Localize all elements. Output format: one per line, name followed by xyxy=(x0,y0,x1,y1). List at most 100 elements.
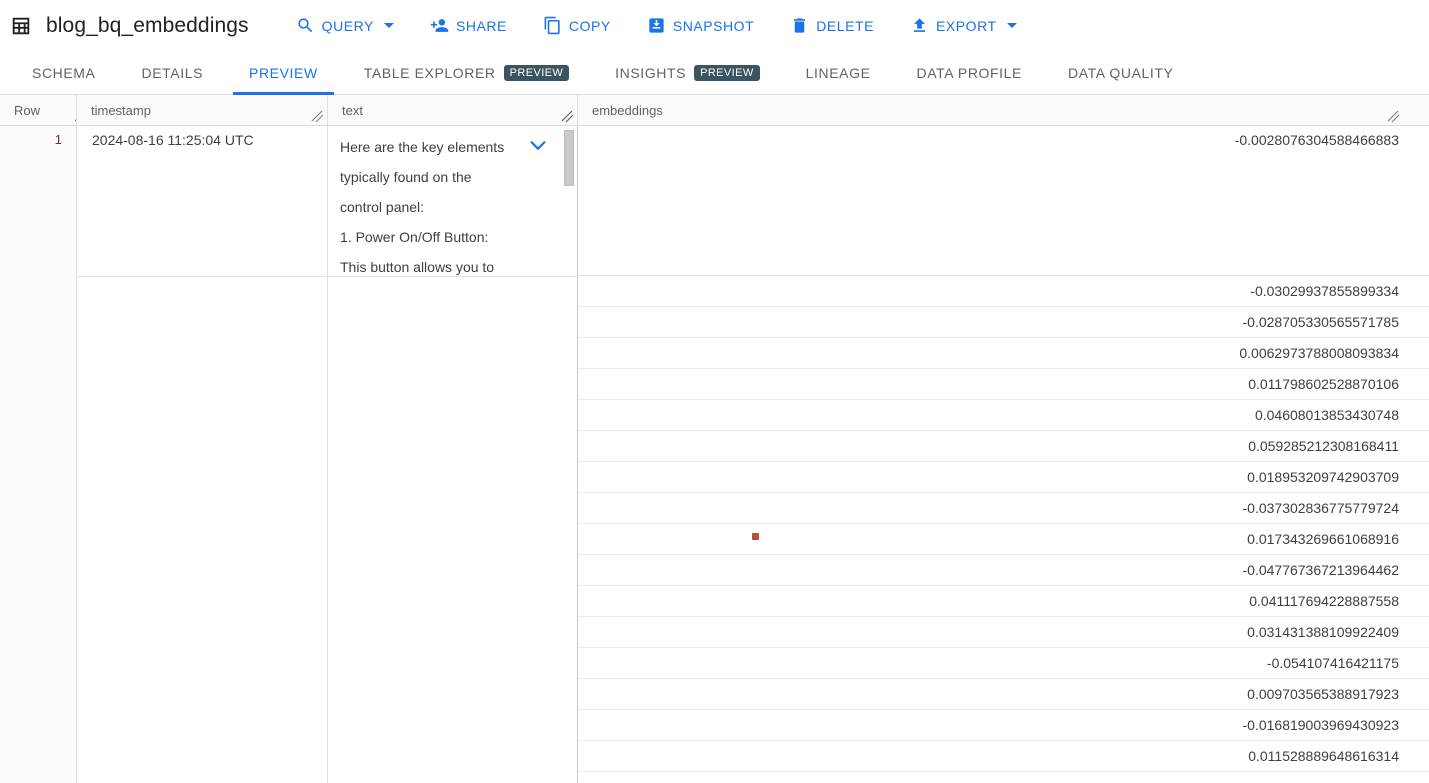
column-header-timestamp-label: timestamp xyxy=(91,103,151,118)
tab-table-explorer[interactable]: TABLE EXPLORER PREVIEW xyxy=(348,51,585,94)
table-row[interactable]: 0.018953209742903709 xyxy=(578,462,1429,493)
tab-data-profile-label: DATA PROFILE xyxy=(917,65,1022,81)
embedding-value: 0.041117694228887558 xyxy=(1249,593,1399,609)
embedding-value: -0.0028076304588466883 xyxy=(1235,132,1399,148)
table-row[interactable] xyxy=(578,772,1429,783)
column-resize-handle-embeddings[interactable] xyxy=(1387,110,1401,124)
grid-header-row: Row timestamp text embe xyxy=(0,95,1429,126)
text-column: Here are the key elements typically foun… xyxy=(328,126,578,783)
table-row[interactable]: 0.041117694228887558 xyxy=(578,586,1429,617)
embedding-value: 0.009703565388917923 xyxy=(1247,686,1399,702)
tab-lineage-label: LINEAGE xyxy=(806,65,871,81)
table-row[interactable]: 0.059285212308168411 xyxy=(578,431,1429,462)
trash-icon xyxy=(790,16,809,35)
query-button[interactable]: QUERY xyxy=(285,8,405,44)
chevron-down-icon xyxy=(1007,23,1017,28)
column-resize-handle-text[interactable] xyxy=(561,110,575,124)
chevron-down-icon[interactable] xyxy=(527,134,549,156)
table-row[interactable]: 0.011798602528870106 xyxy=(578,369,1429,400)
table-row[interactable]: 0.009703565388917923 xyxy=(578,679,1429,710)
text-line: 1. Power On/Off Button: xyxy=(340,222,542,252)
timestamp-value: 2024-08-16 11:25:04 UTC xyxy=(92,132,254,148)
share-button-label: SHARE xyxy=(456,18,507,34)
tab-insights-label: INSIGHTS xyxy=(615,65,686,81)
tab-details[interactable]: DETAILS xyxy=(126,51,220,94)
tab-insights-badge: PREVIEW xyxy=(694,65,760,81)
tab-schema-label: SCHEMA xyxy=(32,65,96,81)
embedding-value: 0.018953209742903709 xyxy=(1247,469,1399,485)
embedding-value: 0.031431388109922409 xyxy=(1247,624,1399,640)
table-row[interactable]: -0.016819003969430923 xyxy=(578,710,1429,741)
embedding-value: -0.037302836775779724 xyxy=(1243,500,1400,516)
row-number: 1 xyxy=(55,132,62,147)
chevron-down-icon xyxy=(384,23,394,28)
timestamp-column: 2024-08-16 11:25:04 UTC xyxy=(77,126,328,783)
tab-insights[interactable]: INSIGHTS PREVIEW xyxy=(599,51,775,94)
embedding-value: -0.028705330565571785 xyxy=(1243,314,1400,330)
embedding-value: 0.04608013853430748 xyxy=(1255,407,1399,423)
tab-data-quality-label: DATA QUALITY xyxy=(1068,65,1173,81)
tab-lineage[interactable]: LINEAGE xyxy=(790,51,887,94)
tab-details-label: DETAILS xyxy=(142,65,204,81)
export-button-label: EXPORT xyxy=(936,18,997,34)
embedding-value: 0.017343269661068916 xyxy=(1247,531,1399,547)
tab-table-explorer-badge: PREVIEW xyxy=(504,65,570,81)
snapshot-button-label: SNAPSHOT xyxy=(673,18,754,34)
table-row[interactable]: -0.028705330565571785 xyxy=(578,307,1429,338)
table-row[interactable]: 0.0062973788008093834 xyxy=(578,338,1429,369)
tab-data-profile[interactable]: DATA PROFILE xyxy=(901,51,1038,94)
column-resize-handle-timestamp[interactable] xyxy=(311,110,325,124)
column-resize-handle-row[interactable] xyxy=(60,110,74,124)
column-header-embeddings-label: embeddings xyxy=(592,103,663,118)
column-header-row[interactable]: Row xyxy=(0,95,77,125)
column-header-text-label: text xyxy=(342,103,363,118)
copy-icon xyxy=(543,16,562,35)
embedding-value: 0.011528889648616314 xyxy=(1248,748,1399,764)
export-button[interactable]: EXPORT xyxy=(899,8,1028,44)
column-header-embeddings[interactable]: embeddings xyxy=(578,95,1429,125)
copy-button[interactable]: COPY xyxy=(532,8,622,44)
toolbar: QUERY SHARE COPY xyxy=(285,8,1042,44)
tab-data-quality[interactable]: DATA QUALITY xyxy=(1052,51,1189,94)
tab-preview[interactable]: PREVIEW xyxy=(233,51,334,94)
table-row[interactable]: 0.011528889648616314 xyxy=(578,741,1429,772)
top-bar: blog_bq_embeddings QUERY SHARE xyxy=(0,0,1429,51)
embedding-value: -0.047767367213964462 xyxy=(1243,562,1400,578)
table-row[interactable]: -0.03029937855899334 xyxy=(578,276,1429,307)
snapshot-icon xyxy=(647,16,666,35)
person-add-icon xyxy=(430,16,449,35)
text-line: typically found on the xyxy=(340,162,542,192)
column-header-text[interactable]: text xyxy=(328,95,578,125)
text-line: Here are the key elements xyxy=(340,132,542,162)
embedding-value: 0.0062973788008093834 xyxy=(1239,345,1399,361)
embedding-value: -0.054107416421175 xyxy=(1267,655,1399,671)
row-number-column: 1 xyxy=(0,126,77,783)
search-icon xyxy=(296,16,315,35)
embedding-value: -0.016819003969430923 xyxy=(1243,717,1400,733)
upload-icon xyxy=(910,16,929,35)
column-header-timestamp[interactable]: timestamp xyxy=(77,95,328,125)
table-row[interactable]: -0.047767367213964462 xyxy=(578,555,1429,586)
row-separator xyxy=(77,276,578,277)
delete-button[interactable]: DELETE xyxy=(779,8,885,44)
table-row[interactable]: 0.04608013853430748 xyxy=(578,400,1429,431)
text-cell-scrollbar-thumb[interactable] xyxy=(564,130,574,186)
tab-table-explorer-label: TABLE EXPLORER xyxy=(364,65,496,81)
embeddings-column: -0.0028076304588466883 -0.03029937855899… xyxy=(578,126,1429,783)
share-button[interactable]: SHARE xyxy=(419,8,518,44)
embedding-value: 0.059285212308168411 xyxy=(1248,438,1399,454)
preview-data-grid: Row timestamp text embe xyxy=(0,95,1429,783)
tab-bar: SCHEMA DETAILS PREVIEW TABLE EXPLORER PR… xyxy=(0,51,1429,95)
tab-schema[interactable]: SCHEMA xyxy=(16,51,112,94)
table-grid-icon xyxy=(10,15,32,37)
table-row[interactable]: -0.037302836775779724 xyxy=(578,493,1429,524)
snapshot-button[interactable]: SNAPSHOT xyxy=(636,8,765,44)
tab-preview-label: PREVIEW xyxy=(249,65,318,81)
table-row[interactable]: -0.0028076304588466883 xyxy=(578,126,1429,276)
text-line: control panel: xyxy=(340,192,542,222)
column-header-row-label: Row xyxy=(0,103,40,118)
text-cell-scrollbar[interactable] xyxy=(563,127,574,275)
table-row[interactable]: -0.054107416421175 xyxy=(578,648,1429,679)
table-row[interactable]: 0.031431388109922409 xyxy=(578,617,1429,648)
table-row[interactable]: 0.017343269661068916 xyxy=(578,524,1429,555)
